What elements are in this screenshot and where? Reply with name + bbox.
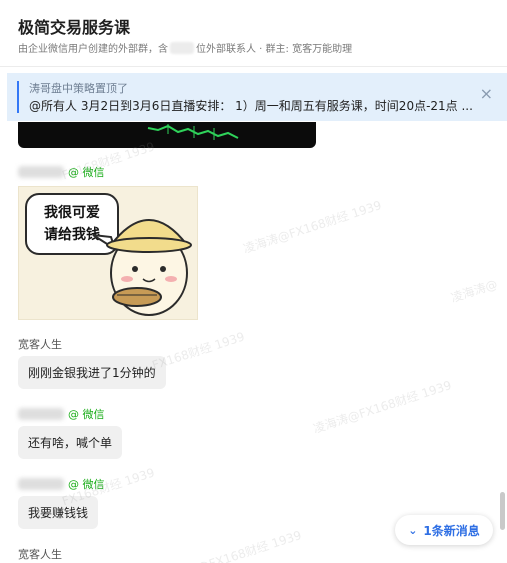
redacted-sender-name bbox=[18, 478, 64, 490]
group-subtitle: 由企业微信用户创建的外部群，含 位外部联系人 · 群主: 宽客万能助理 bbox=[18, 40, 352, 55]
redacted-sender-name bbox=[18, 166, 64, 178]
pinned-accent-bar bbox=[17, 81, 19, 113]
watermark: 凌海涛@FX168财经 1939 bbox=[311, 378, 454, 436]
new-message-button[interactable]: ⌄ 1条新消息 bbox=[395, 515, 493, 545]
pinned-message-title: 涛哥盘中策略置顶了 bbox=[29, 82, 128, 95]
sender-name-kuanke: 宽客人生 bbox=[18, 338, 62, 351]
subtitle-text-part1: 由企业微信用户创建的外部群，含 bbox=[18, 44, 168, 55]
subtitle-text-part2: 位外部联系人 · 群主: 宽客万能助理 bbox=[196, 44, 353, 55]
wechat-tag: @ 微信 bbox=[68, 408, 105, 421]
chat-header: 极简交易服务课 由企业微信用户创建的外部群，含 位外部联系人 · 群主: 宽客万能… bbox=[0, 0, 507, 67]
watermark: 凌海涛@FX168财经 1939 bbox=[161, 528, 304, 563]
pinned-message-text: @所有人 3月2日到3月6日直播安排： 1）周一和周五有服务课，时间20点-21… bbox=[29, 99, 473, 113]
sender-row-3: @ 微信 bbox=[18, 476, 105, 492]
sender-name-kuanke-bottom: 宽客人生 bbox=[18, 548, 62, 561]
chart-fragment-graphic bbox=[147, 124, 239, 140]
chevron-down-icon: ⌄ bbox=[408, 523, 418, 537]
sender-row-2: @ 微信 bbox=[18, 406, 105, 422]
sticker-image[interactable]: 我很可爱 请给我钱 bbox=[18, 186, 198, 320]
wechat-tag: @ 微信 bbox=[68, 166, 105, 179]
watermark: 凌海涛@ bbox=[449, 276, 500, 306]
redacted-sender-name bbox=[18, 408, 64, 420]
wechat-tag: @ 微信 bbox=[68, 478, 105, 491]
new-message-label: 1条新消息 bbox=[423, 523, 480, 538]
group-title[interactable]: 极简交易服务课 bbox=[18, 14, 130, 38]
shared-chart-image[interactable] bbox=[18, 122, 316, 148]
message-bubble-2[interactable]: 还有啥，喊个单 bbox=[18, 426, 123, 459]
sender-row-1: @ 微信 bbox=[18, 164, 105, 180]
pinned-message-banner[interactable]: 涛哥盘中策略置顶了 @所有人 3月2日到3月6日直播安排： 1）周一和周五有服务… bbox=[7, 73, 507, 121]
message-list[interactable]: @ 微信 我很可爱 请给我钱 宽客人生 刚刚金银我进了1分钟的 @ 微信 还有啥… bbox=[0, 122, 507, 563]
redacted-count bbox=[170, 42, 194, 54]
sticker-character-icon bbox=[92, 219, 192, 316]
watermark: 凌海涛@FX168财经 1939 bbox=[241, 198, 384, 256]
close-icon[interactable]: × bbox=[480, 86, 493, 102]
message-bubble-3[interactable]: 我要赚钱钱 bbox=[18, 496, 99, 529]
message-bubble-1[interactable]: 刚刚金银我进了1分钟的 bbox=[18, 356, 166, 389]
scrollbar-thumb[interactable] bbox=[500, 492, 505, 530]
